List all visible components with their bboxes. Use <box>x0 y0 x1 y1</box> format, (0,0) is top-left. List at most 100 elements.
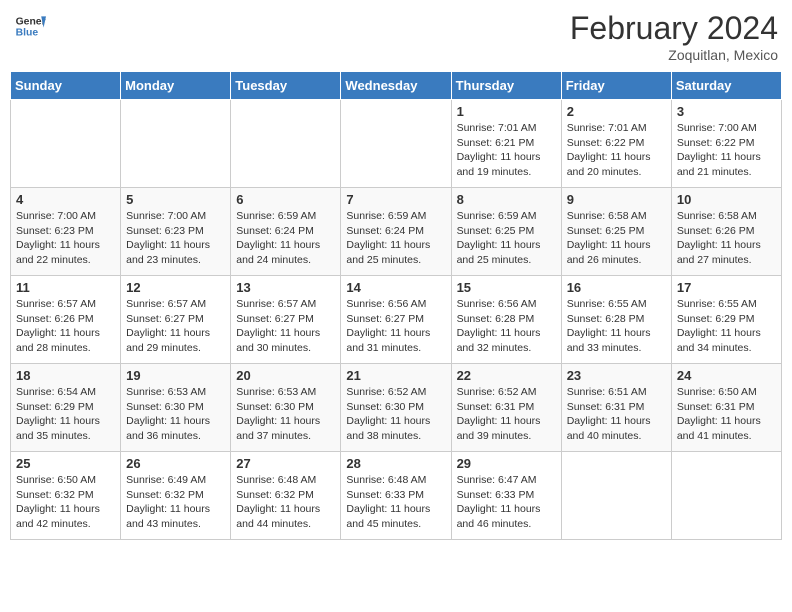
svg-text:General: General <box>16 16 46 27</box>
day-info: Sunrise: 6:56 AM Sunset: 6:28 PM Dayligh… <box>457 297 556 356</box>
calendar-cell: 17Sunrise: 6:55 AM Sunset: 6:29 PM Dayli… <box>671 276 781 364</box>
calendar-cell <box>11 100 121 188</box>
calendar-cell: 11 Sunrise: 6:57 AM Sunset: 6:26 PM Dayli… <box>11 276 121 364</box>
day-number: 3 <box>677 104 776 119</box>
day-number: 25 <box>16 456 115 471</box>
calendar-cell <box>561 452 671 540</box>
day-info: Sunrise: 6:59 AM Sunset: 6:25 PM Dayligh… <box>457 209 556 268</box>
day-number: 12 <box>126 280 225 295</box>
calendar-cell: 19 Sunrise: 6:53 AM Sunset: 6:30 PM Dayli… <box>121 364 231 452</box>
calendar-week-row: 4 Sunrise: 7:00 AM Sunset: 6:23 PM Daylig… <box>11 188 782 276</box>
day-number: 15 <box>457 280 556 295</box>
day-number: 24 <box>677 368 776 383</box>
day-number: 4 <box>16 192 115 207</box>
day-info: Sunrise: 7:00 AM Sunset: 6:23 PM Dayligh… <box>16 209 115 268</box>
day-number: 23 <box>567 368 666 383</box>
calendar-cell <box>341 100 451 188</box>
calendar-body: 1 Sunrise: 7:01 AM Sunset: 6:21 PM Daylig… <box>11 100 782 540</box>
day-info: Sunrise: 6:55 AM Sunset: 6:28 PM Dayligh… <box>567 297 666 356</box>
calendar-cell: 26 Sunrise: 6:49 AM Sunset: 6:32 PM Dayli… <box>121 452 231 540</box>
calendar-cell: 2 Sunrise: 7:01 AM Sunset: 6:22 PM Daylig… <box>561 100 671 188</box>
day-info: Sunrise: 6:50 AM Sunset: 6:32 PM Dayligh… <box>16 473 115 532</box>
calendar-cell: 24Sunrise: 6:50 AM Sunset: 6:31 PM Dayli… <box>671 364 781 452</box>
day-info: Sunrise: 6:58 AM Sunset: 6:25 PM Dayligh… <box>567 209 666 268</box>
calendar-cell: 13 Sunrise: 6:57 AM Sunset: 6:27 PM Dayli… <box>231 276 341 364</box>
location: Zoquitlan, Mexico <box>570 47 778 63</box>
calendar-cell: 16 Sunrise: 6:55 AM Sunset: 6:28 PM Dayli… <box>561 276 671 364</box>
day-info: Sunrise: 6:54 AM Sunset: 6:29 PM Dayligh… <box>16 385 115 444</box>
calendar-day-header: Sunday <box>11 72 121 100</box>
day-number: 19 <box>126 368 225 383</box>
month-title: February 2024 <box>570 10 778 47</box>
day-number: 14 <box>346 280 445 295</box>
calendar-cell: 27 Sunrise: 6:48 AM Sunset: 6:32 PM Dayli… <box>231 452 341 540</box>
calendar-day-header: Tuesday <box>231 72 341 100</box>
day-number: 2 <box>567 104 666 119</box>
calendar-cell: 21Sunrise: 6:52 AM Sunset: 6:30 PM Dayli… <box>341 364 451 452</box>
calendar-cell <box>671 452 781 540</box>
calendar-table: SundayMondayTuesdayWednesdayThursdayFrid… <box>10 71 782 540</box>
calendar-cell: 6 Sunrise: 6:59 AM Sunset: 6:24 PM Daylig… <box>231 188 341 276</box>
day-info: Sunrise: 6:59 AM Sunset: 6:24 PM Dayligh… <box>346 209 445 268</box>
day-number: 10 <box>677 192 776 207</box>
calendar-week-row: 18 Sunrise: 6:54 AM Sunset: 6:29 PM Dayli… <box>11 364 782 452</box>
day-info: Sunrise: 6:53 AM Sunset: 6:30 PM Dayligh… <box>236 385 335 444</box>
calendar-cell: 20 Sunrise: 6:53 AM Sunset: 6:30 PM Dayli… <box>231 364 341 452</box>
calendar-cell: 25 Sunrise: 6:50 AM Sunset: 6:32 PM Dayli… <box>11 452 121 540</box>
day-number: 11 <box>16 280 115 295</box>
calendar-cell: 7 Sunrise: 6:59 AM Sunset: 6:24 PM Daylig… <box>341 188 451 276</box>
day-number: 26 <box>126 456 225 471</box>
calendar-cell: 15 Sunrise: 6:56 AM Sunset: 6:28 PM Dayli… <box>451 276 561 364</box>
svg-text:Blue: Blue <box>16 28 39 39</box>
day-number: 29 <box>457 456 556 471</box>
day-number: 28 <box>346 456 445 471</box>
day-number: 1 <box>457 104 556 119</box>
calendar-cell: 9 Sunrise: 6:58 AM Sunset: 6:25 PM Daylig… <box>561 188 671 276</box>
day-info: Sunrise: 6:57 AM Sunset: 6:26 PM Dayligh… <box>16 297 115 356</box>
day-number: 20 <box>236 368 335 383</box>
day-number: 22 <box>457 368 556 383</box>
day-info: Sunrise: 7:01 AM Sunset: 6:22 PM Dayligh… <box>567 121 666 180</box>
calendar-cell: 22 Sunrise: 6:52 AM Sunset: 6:31 PM Dayli… <box>451 364 561 452</box>
day-number: 18 <box>16 368 115 383</box>
day-number: 6 <box>236 192 335 207</box>
day-info: Sunrise: 6:55 AM Sunset: 6:29 PM Dayligh… <box>677 297 776 356</box>
calendar-cell: 18 Sunrise: 6:54 AM Sunset: 6:29 PM Dayli… <box>11 364 121 452</box>
calendar-cell: 29 Sunrise: 6:47 AM Sunset: 6:33 PM Dayli… <box>451 452 561 540</box>
day-info: Sunrise: 6:57 AM Sunset: 6:27 PM Dayligh… <box>126 297 225 356</box>
calendar-cell <box>231 100 341 188</box>
calendar-week-row: 11 Sunrise: 6:57 AM Sunset: 6:26 PM Dayli… <box>11 276 782 364</box>
day-number: 21 <box>346 368 445 383</box>
logo-icon: General Blue <box>14 10 46 42</box>
calendar-cell: 5Sunrise: 7:00 AM Sunset: 6:23 PM Daylig… <box>121 188 231 276</box>
calendar-week-row: 25 Sunrise: 6:50 AM Sunset: 6:32 PM Dayli… <box>11 452 782 540</box>
logo: General Blue <box>14 10 46 42</box>
day-number: 7 <box>346 192 445 207</box>
calendar-cell: 1 Sunrise: 7:01 AM Sunset: 6:21 PM Daylig… <box>451 100 561 188</box>
day-number: 27 <box>236 456 335 471</box>
day-info: Sunrise: 6:49 AM Sunset: 6:32 PM Dayligh… <box>126 473 225 532</box>
day-info: Sunrise: 6:57 AM Sunset: 6:27 PM Dayligh… <box>236 297 335 356</box>
day-info: Sunrise: 7:00 AM Sunset: 6:22 PM Dayligh… <box>677 121 776 180</box>
calendar-week-row: 1 Sunrise: 7:01 AM Sunset: 6:21 PM Daylig… <box>11 100 782 188</box>
calendar-cell <box>121 100 231 188</box>
calendar-day-header: Monday <box>121 72 231 100</box>
calendar-cell: 8Sunrise: 6:59 AM Sunset: 6:25 PM Daylig… <box>451 188 561 276</box>
day-info: Sunrise: 6:51 AM Sunset: 6:31 PM Dayligh… <box>567 385 666 444</box>
day-number: 9 <box>567 192 666 207</box>
day-info: Sunrise: 6:48 AM Sunset: 6:32 PM Dayligh… <box>236 473 335 532</box>
day-info: Sunrise: 6:52 AM Sunset: 6:31 PM Dayligh… <box>457 385 556 444</box>
calendar-day-header: Thursday <box>451 72 561 100</box>
day-info: Sunrise: 6:53 AM Sunset: 6:30 PM Dayligh… <box>126 385 225 444</box>
day-number: 16 <box>567 280 666 295</box>
day-info: Sunrise: 6:56 AM Sunset: 6:27 PM Dayligh… <box>346 297 445 356</box>
day-info: Sunrise: 6:58 AM Sunset: 6:26 PM Dayligh… <box>677 209 776 268</box>
day-info: Sunrise: 6:59 AM Sunset: 6:24 PM Dayligh… <box>236 209 335 268</box>
day-info: Sunrise: 6:47 AM Sunset: 6:33 PM Dayligh… <box>457 473 556 532</box>
day-info: Sunrise: 7:01 AM Sunset: 6:21 PM Dayligh… <box>457 121 556 180</box>
calendar-cell: 4 Sunrise: 7:00 AM Sunset: 6:23 PM Daylig… <box>11 188 121 276</box>
calendar-cell: 28Sunrise: 6:48 AM Sunset: 6:33 PM Dayli… <box>341 452 451 540</box>
day-number: 13 <box>236 280 335 295</box>
calendar-day-header: Friday <box>561 72 671 100</box>
calendar-header-row: SundayMondayTuesdayWednesdayThursdayFrid… <box>11 72 782 100</box>
